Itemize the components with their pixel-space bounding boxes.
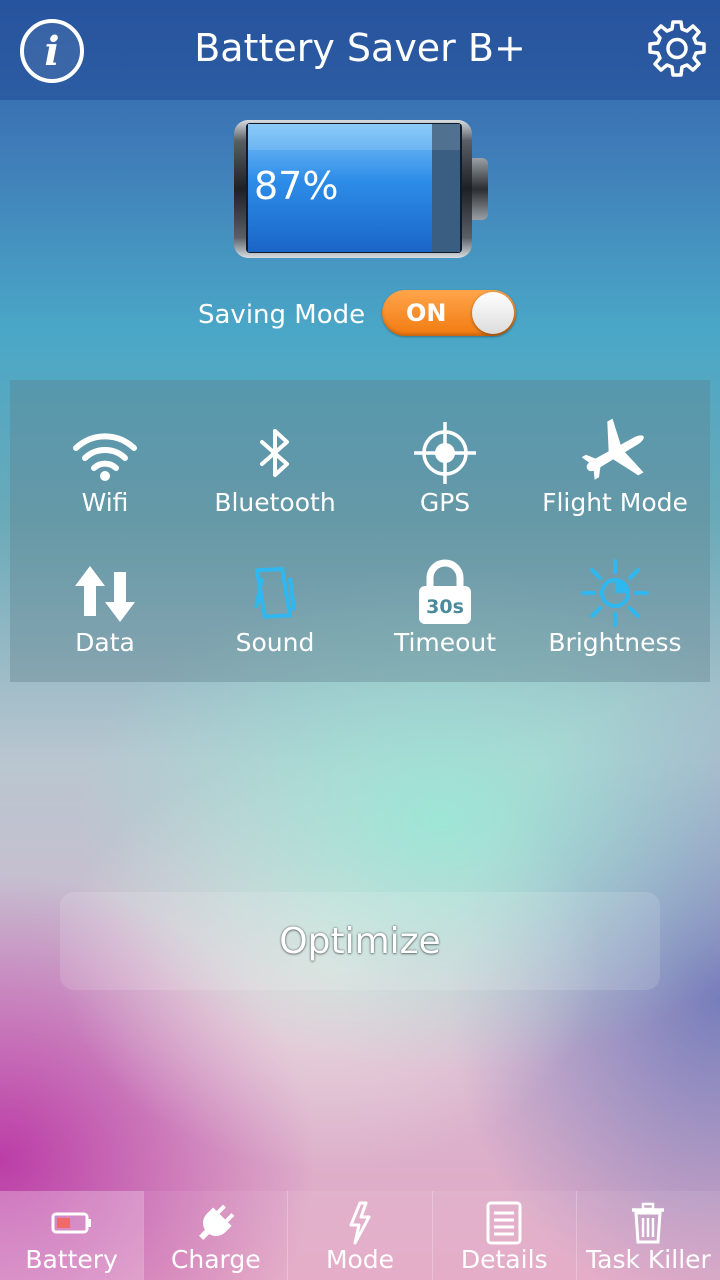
nav-label: Battery <box>25 1245 118 1274</box>
nav-label: Mode <box>325 1245 395 1274</box>
nav-mode[interactable]: Mode <box>287 1191 431 1280</box>
gear-icon[interactable] <box>642 16 712 86</box>
nav-label: Details <box>460 1245 548 1274</box>
bottom-navigation: Battery Charge Mode Details Task Killer <box>0 1191 720 1280</box>
toggle-label: Flight Mode <box>542 488 688 517</box>
battery-percent: 87% <box>254 164 339 208</box>
document-icon <box>486 1201 522 1245</box>
battery-icon <box>51 1212 91 1234</box>
toggle-bluetooth[interactable]: Bluetooth <box>190 390 360 530</box>
toggle-label: Timeout <box>393 628 497 657</box>
saving-mode-toggle[interactable]: ON <box>382 290 516 336</box>
nav-task-killer[interactable]: Task Killer <box>575 1191 720 1280</box>
saving-mode-label: Saving Mode <box>198 300 366 330</box>
wifi-icon <box>73 433 137 481</box>
gps-icon <box>414 422 476 484</box>
airplane-icon <box>581 418 644 480</box>
saving-mode-row: Saving Mode ON <box>0 290 720 340</box>
nav-charge[interactable]: Charge <box>143 1191 287 1280</box>
top-app-bar: i Battery Saver B+ <box>0 0 720 100</box>
toggle-knob <box>472 292 514 334</box>
brightness-icon <box>581 559 649 627</box>
toggle-brightness[interactable]: Brightness <box>530 530 700 670</box>
toggle-label: Data <box>75 628 135 657</box>
nav-label: Task Killer <box>586 1245 711 1274</box>
toggle-flight-mode[interactable]: Flight Mode <box>530 390 700 530</box>
toggle-timeout[interactable]: 30s Timeout <box>360 530 530 670</box>
nav-battery[interactable]: Battery <box>0 1191 144 1280</box>
trash-icon <box>632 1202 665 1244</box>
toggle-label: Bluetooth <box>214 488 336 517</box>
toggle-sound[interactable]: Sound <box>190 530 360 670</box>
lightning-icon <box>349 1201 371 1245</box>
toggle-label: Brightness <box>548 628 682 657</box>
timeout-lock-icon: 30s <box>419 559 471 624</box>
toggle-wifi[interactable]: Wifi <box>20 390 190 530</box>
app-title: Battery Saver B+ <box>194 26 526 70</box>
nav-label: Charge <box>170 1245 261 1274</box>
quick-toggles-panel: Wifi Bluetooth GPS Flight Mode Data Soun… <box>10 380 710 682</box>
toggle-data[interactable]: Data <box>20 530 190 670</box>
vibrate-icon <box>254 566 296 619</box>
toggle-label: GPS <box>419 488 471 517</box>
toggle-label: Sound <box>235 628 315 657</box>
data-transfer-icon <box>75 566 135 622</box>
toggle-state-text: ON <box>406 299 447 327</box>
plug-icon <box>198 1204 235 1240</box>
bluetooth-icon <box>260 429 289 477</box>
toggle-label: Wifi <box>81 488 129 517</box>
timeout-badge-text: 30s <box>426 596 464 618</box>
optimize-button[interactable]: Optimize <box>60 892 660 990</box>
toggle-gps[interactable]: GPS <box>360 390 530 530</box>
nav-details[interactable]: Details <box>431 1191 576 1280</box>
